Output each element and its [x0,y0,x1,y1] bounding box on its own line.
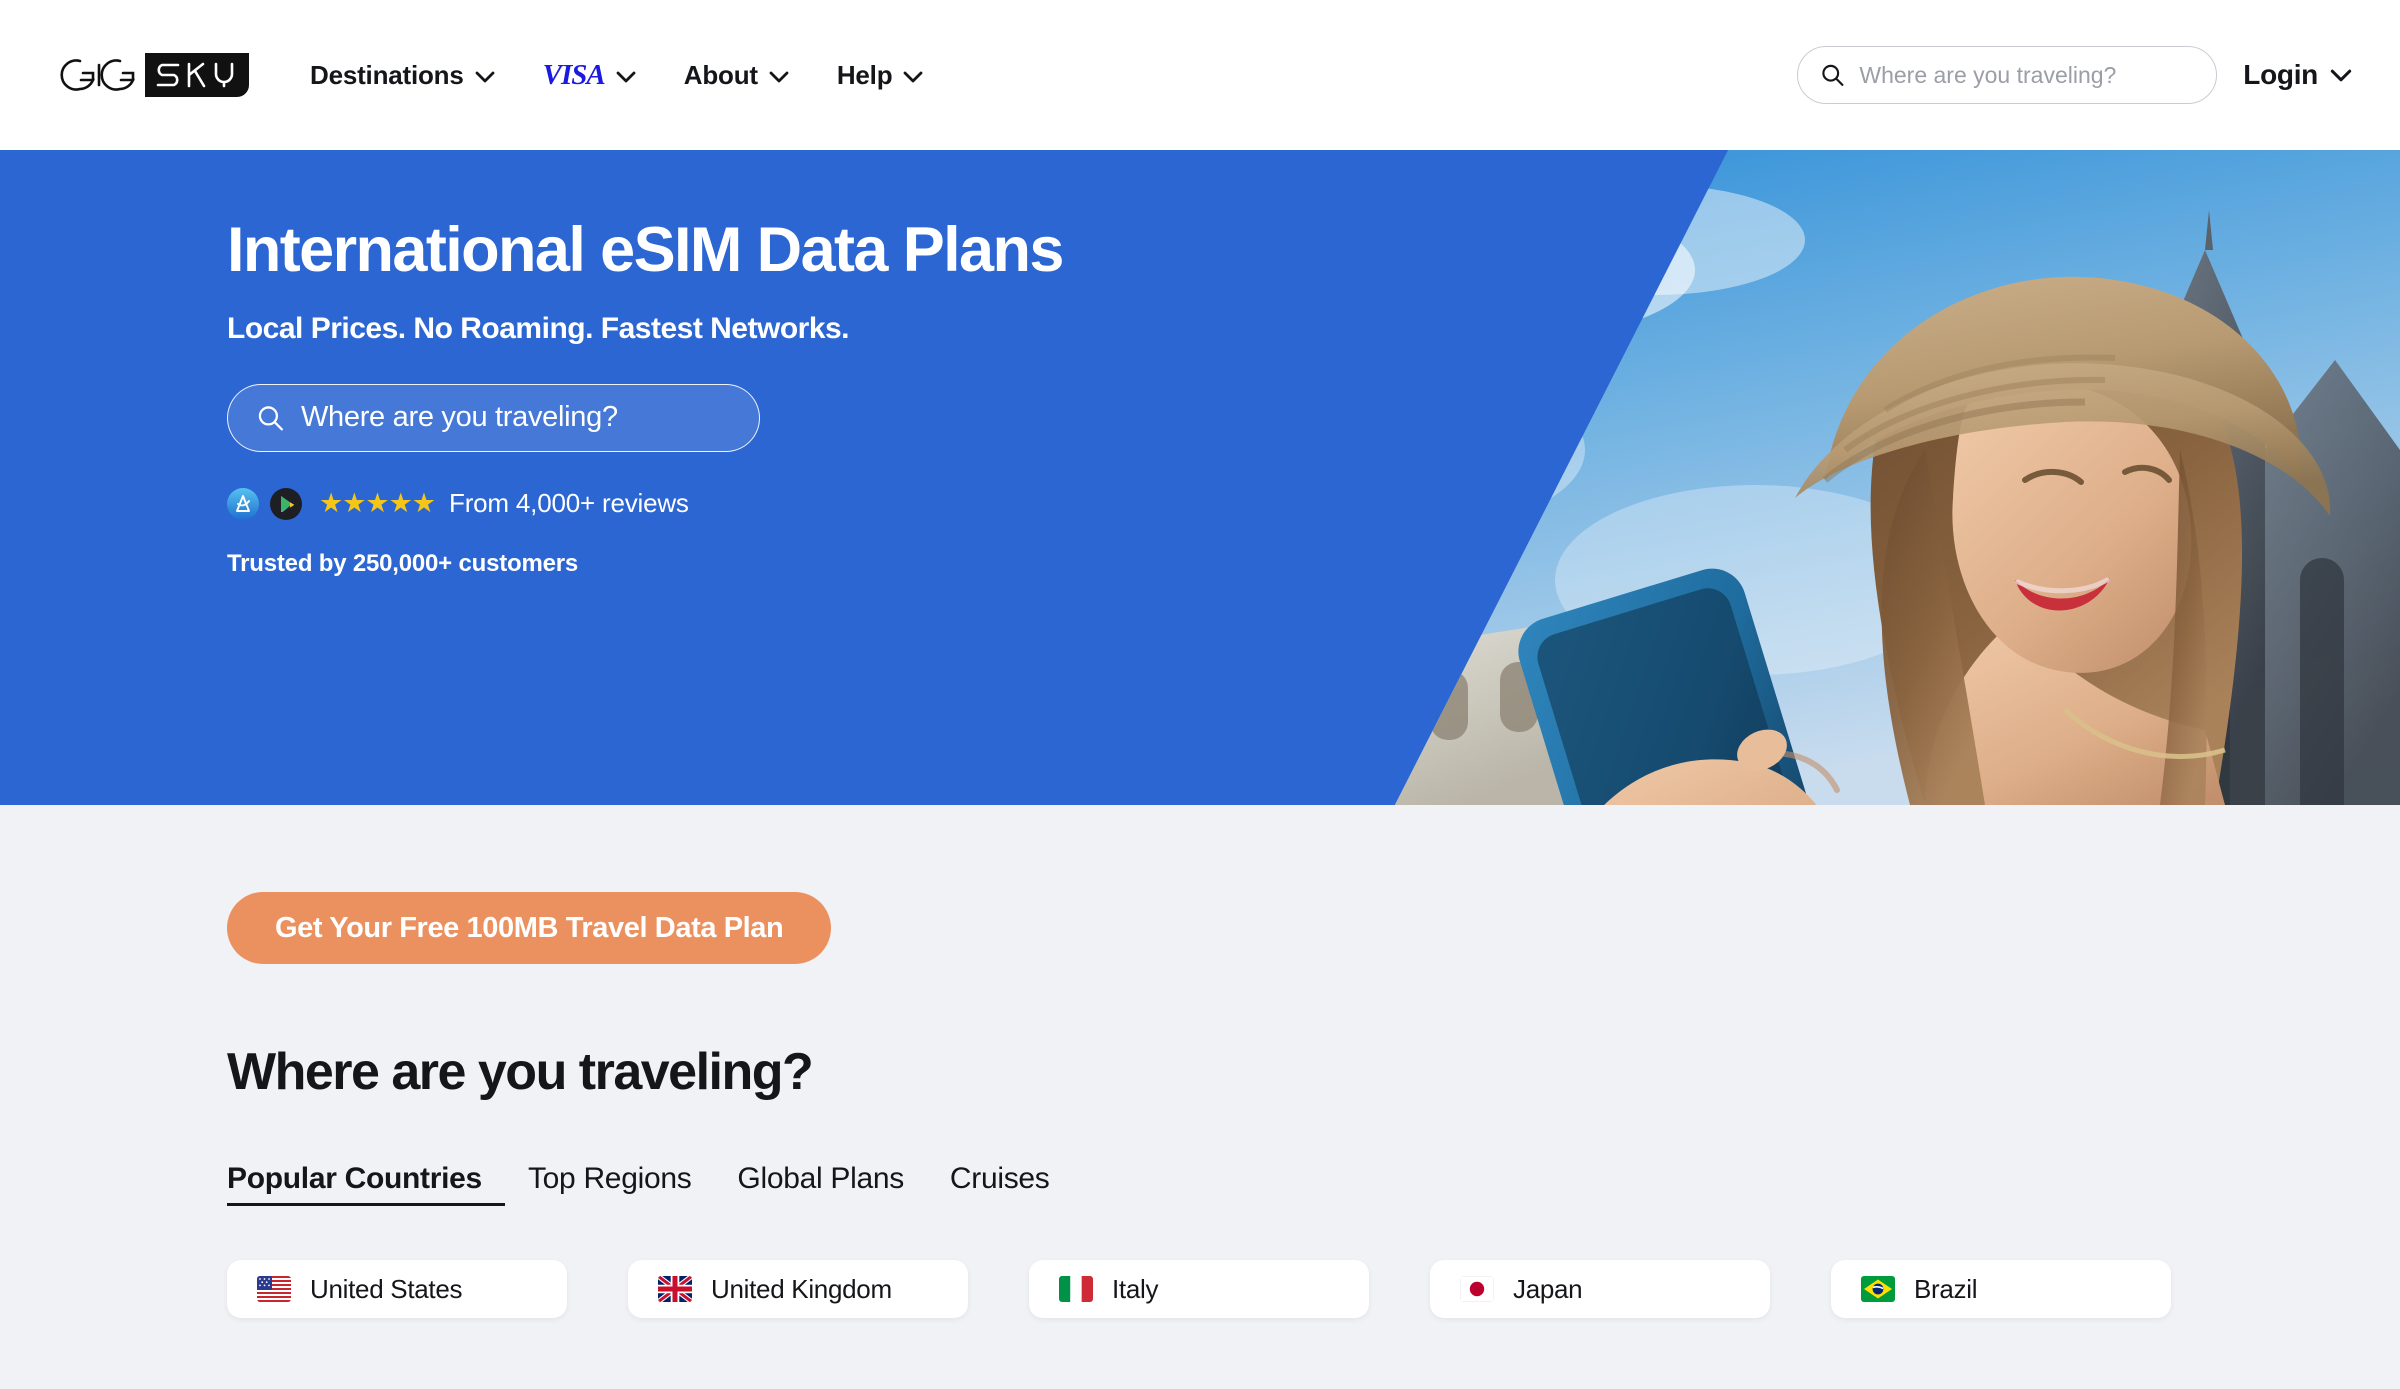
gigsky-logo-icon [60,53,249,97]
flag-gb-icon [658,1276,692,1302]
chevron-down-icon [903,71,923,82]
country-chip-brazil[interactable]: Brazil [1831,1260,2171,1318]
tab-popular-countries[interactable]: Popular Countries [227,1162,505,1206]
hero-content: International eSIM Data Plans Local Pric… [0,150,2400,578]
country-chip-united-kingdom[interactable]: United Kingdom [628,1260,968,1318]
country-chip-united-states[interactable]: United States [227,1260,567,1318]
chevron-down-icon [616,71,636,82]
flag-jp-icon [1460,1276,1494,1302]
chevron-down-icon [2330,69,2352,81]
nav-item-help-label: Help [836,59,893,90]
section-title-where: Where are you traveling? [227,1043,814,1101]
review-count-label: From 4,000+ reviews [449,488,689,519]
hero-search-input[interactable] [300,401,731,435]
header-right-group: Login [1797,46,2352,104]
destination-tabs: Popular Countries Top Regions Global Pla… [227,1162,2400,1206]
country-chip-italy[interactable]: Italy [1029,1260,1369,1318]
hero-search[interactable] [227,383,760,452]
site-header: Destinations VISA About Help Where are y… [0,0,2400,150]
hero-banner: International eSIM Data Plans Local Pric… [0,150,2400,805]
flag-it-icon [1059,1276,1093,1302]
primary-nav: Destinations VISA About Help [286,49,947,102]
login-label: Login [2243,59,2318,90]
chevron-down-icon [475,71,495,82]
nav-item-destinations-label: Destinations [310,59,464,90]
search-icon [1822,64,1844,86]
tab-top-regions[interactable]: Top Regions [505,1162,714,1206]
flag-us-icon [257,1276,291,1302]
google-play-icon[interactable] [270,487,302,520]
gigsky-logo[interactable] [50,50,254,100]
nav-item-help[interactable]: Help [813,50,948,101]
hero-subtitle: Local Prices. No Roaming. Fastest Networ… [227,311,850,345]
app-store-icon[interactable] [227,487,259,520]
country-chip-label: Italy [1112,1273,1159,1304]
nav-item-destinations[interactable]: Destinations [286,50,519,101]
flag-br-icon [1861,1276,1895,1302]
tab-global-plans[interactable]: Global Plans [714,1162,927,1206]
header-search[interactable] [1797,46,2218,104]
hero-title: International eSIM Data Plans [227,215,1064,285]
nav-item-about[interactable]: About [660,50,813,101]
review-row: ★★★★★ From 4,000+ reviews [227,487,2400,520]
country-chip-label: United States [310,1273,463,1304]
header-search-input[interactable] [1859,61,2195,89]
country-chip-list: United States United Kingdom Italy Japan… [227,1260,2400,1318]
country-chip-label: United Kingdom [711,1273,892,1304]
country-chip-japan[interactable]: Japan [1430,1260,1770,1318]
country-chip-label: Brazil [1914,1273,1978,1304]
login-menu[interactable]: Login [2243,59,2352,91]
visa-logo: VISA [542,58,606,91]
tab-cruises[interactable]: Cruises [927,1162,1073,1206]
search-icon [258,406,284,431]
nav-item-visa[interactable]: VISA [519,49,660,102]
star-rating: ★★★★★ [319,488,436,519]
free-data-plan-button[interactable]: Get Your Free 100MB Travel Data Plan [227,892,832,964]
main-content: Get Your Free 100MB Travel Data Plan Whe… [0,805,2400,1318]
trusted-customers-label: Trusted by 250,000+ customers [227,549,579,577]
country-chip-label: Japan [1513,1273,1583,1304]
chevron-down-icon [769,71,789,82]
nav-item-about-label: About [683,59,758,90]
